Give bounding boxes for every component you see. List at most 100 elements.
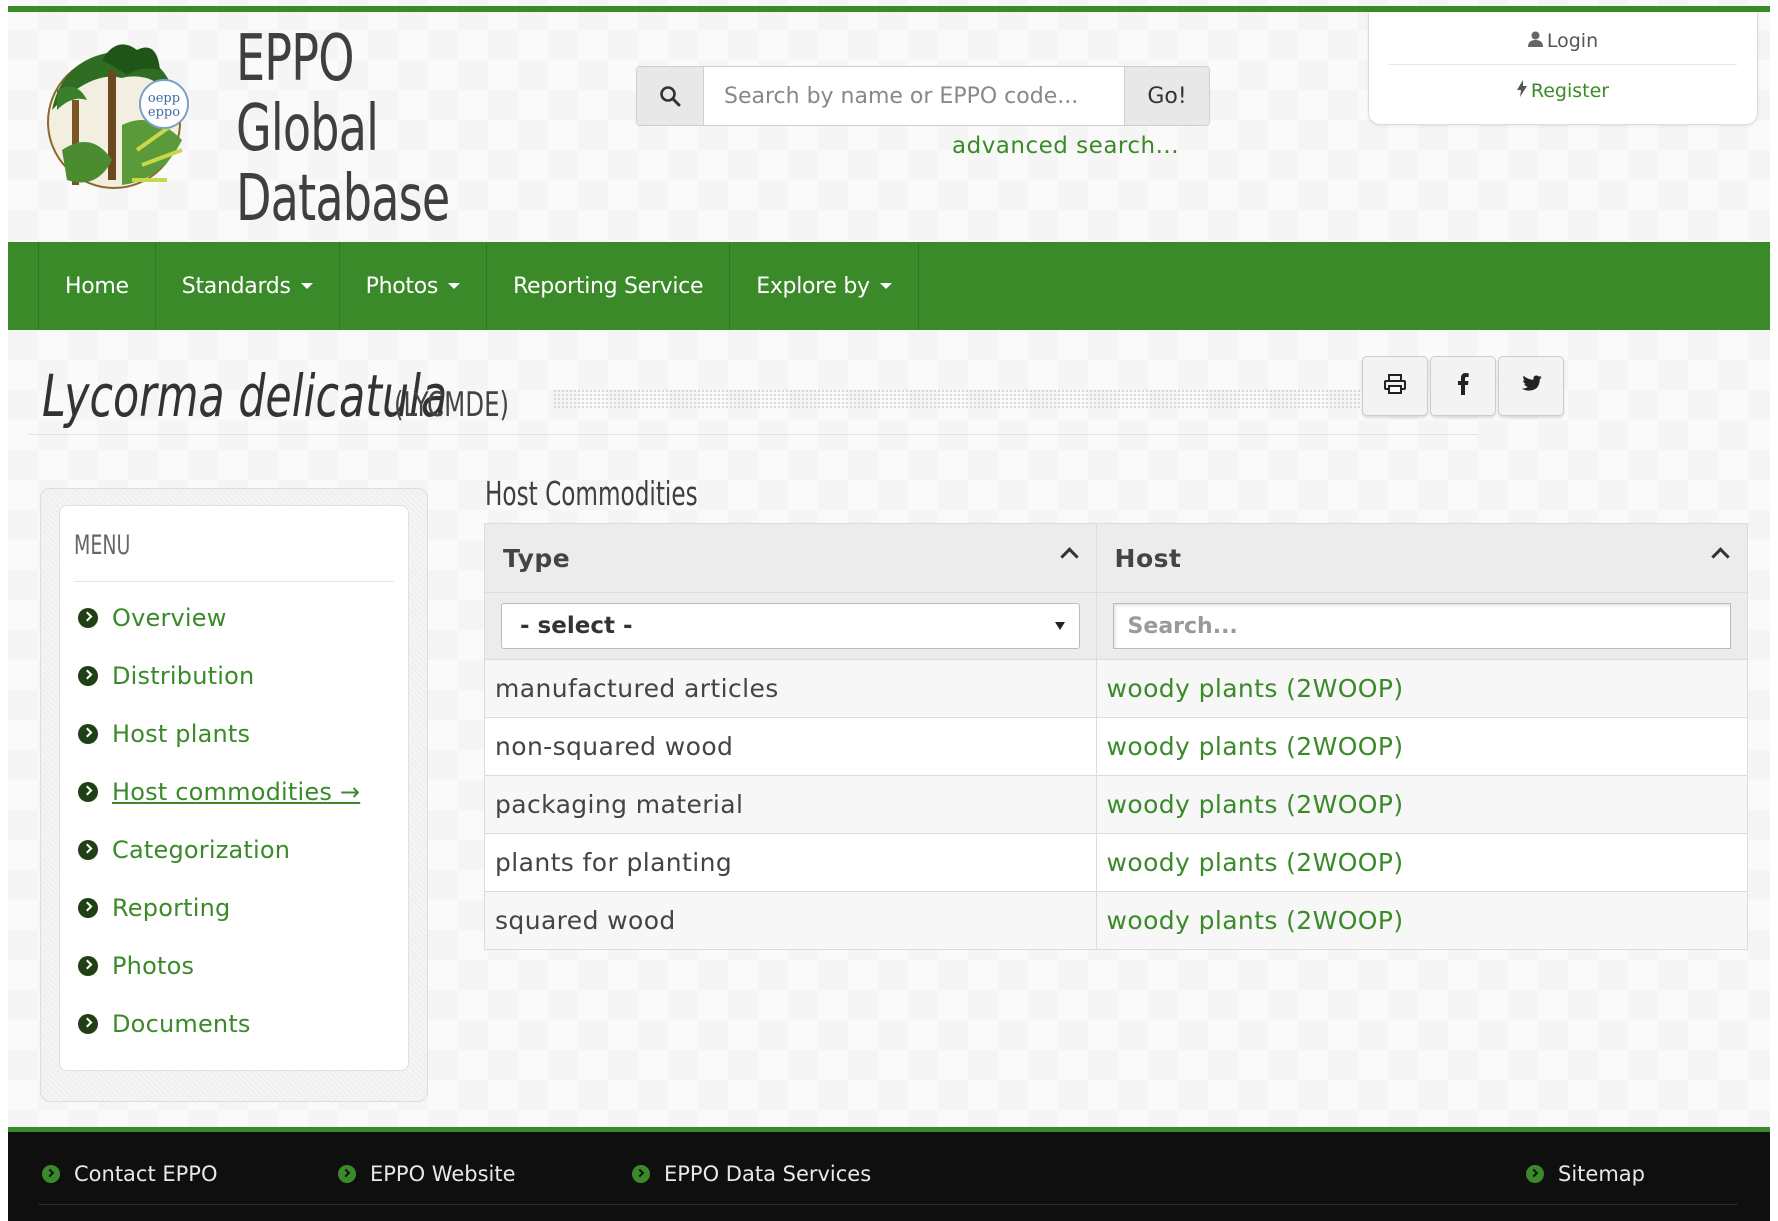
host-link[interactable]: woody plants (2WOOP) <box>1107 674 1404 703</box>
chevron-circle-right-icon <box>78 608 98 628</box>
menu-item-label: Categorization <box>112 836 291 864</box>
column-header-label: Host <box>1114 543 1182 573</box>
menu-item-label: Distribution <box>112 662 255 690</box>
footer-sitemap-link[interactable]: Sitemap <box>1526 1162 1645 1186</box>
facebook-share-button[interactable] <box>1430 356 1496 416</box>
eppo-logo[interactable]: oepp eppo <box>42 30 197 210</box>
type-filter-select[interactable]: - select - <box>501 603 1080 649</box>
type-cell: packaging material <box>484 775 1097 834</box>
menu-item-distribution[interactable]: Distribution <box>78 662 360 720</box>
nav-home[interactable]: Home <box>38 242 156 330</box>
host-commodities-table: Type Host - select - manufactured articl… <box>484 523 1749 950</box>
chevron-circle-right-icon <box>632 1165 650 1183</box>
menu-item-label: Documents <box>112 1010 251 1038</box>
site-footer: Contact EPPO EPPO Website EPPO Data Serv… <box>8 1127 1770 1221</box>
host-filter-cell <box>1095 592 1749 660</box>
host-cell: woody plants (2WOOP) <box>1095 659 1749 718</box>
nav-standards-label: Standards <box>181 273 291 299</box>
bolt-icon <box>1516 80 1527 102</box>
register-label: Register <box>1530 80 1610 102</box>
brand-line-3: Database <box>236 162 450 236</box>
sidebar: MENU Overview Distribution Host plants H… <box>40 488 428 1102</box>
menu-item-label: Host plants <box>112 720 251 748</box>
table-row: squared wood woody plants (2WOOP) <box>484 891 1749 950</box>
species-name: Lycorma delicatula <box>42 362 448 430</box>
sort-up-icon[interactable] <box>1059 547 1079 566</box>
nav-reporting-label: Reporting Service <box>513 273 704 299</box>
go-button[interactable]: Go! <box>1124 67 1209 125</box>
column-header-type[interactable]: Type <box>484 523 1097 593</box>
sort-up-icon[interactable] <box>1711 547 1730 566</box>
footer-data-services-label: EPPO Data Services <box>664 1162 872 1186</box>
print-icon <box>1384 374 1406 398</box>
dropdown-arrow-icon <box>1054 622 1065 630</box>
nav-explore-label: Explore by <box>756 273 870 299</box>
menu-item-reporting[interactable]: Reporting <box>78 894 360 952</box>
caret-down-icon <box>879 283 892 289</box>
search-icon <box>637 67 704 125</box>
chevron-circle-right-icon <box>42 1165 60 1183</box>
brand-line-2: Global <box>236 92 379 166</box>
twitter-share-button[interactable] <box>1498 356 1564 416</box>
footer-sitemap-label: Sitemap <box>1558 1162 1645 1186</box>
column-header-host[interactable]: Host <box>1095 523 1749 593</box>
site-brand[interactable]: EPPO Global Database <box>236 22 450 236</box>
search-input[interactable] <box>704 67 1124 125</box>
host-cell: woody plants (2WOOP) <box>1095 833 1749 892</box>
host-filter-input[interactable] <box>1112 603 1731 649</box>
host-link[interactable]: woody plants (2WOOP) <box>1107 732 1404 761</box>
type-cell: manufactured articles <box>484 659 1097 718</box>
chevron-circle-right-icon <box>78 782 98 802</box>
type-cell: non-squared wood <box>484 717 1097 776</box>
table-row: manufactured articles woody plants (2WOO… <box>484 659 1749 718</box>
main-navbar: Home Standards Photos Reporting Service … <box>8 242 1770 330</box>
table-row: packaging material woody plants (2WOOP) <box>484 775 1749 834</box>
menu-item-overview[interactable]: Overview <box>78 604 360 662</box>
host-cell: woody plants (2WOOP) <box>1095 775 1749 834</box>
column-header-label: Type <box>503 543 571 573</box>
menu-item-label: Host commodities → <box>112 778 361 806</box>
menu-item-categorization[interactable]: Categorization <box>78 836 360 894</box>
svg-text:eppo: eppo <box>148 105 180 120</box>
nav-standards[interactable]: Standards <box>156 242 340 330</box>
host-link[interactable]: woody plants (2WOOP) <box>1107 790 1404 819</box>
chevron-circle-right-icon <box>78 724 98 744</box>
advanced-search-link[interactable]: advanced search... <box>952 133 1179 159</box>
chevron-circle-right-icon <box>1526 1165 1544 1183</box>
type-filter-value: - select - <box>520 613 633 639</box>
menu-item-host-plants[interactable]: Host plants <box>78 720 360 778</box>
footer-website-label: EPPO Website <box>370 1162 516 1186</box>
account-box: Login Register <box>1368 12 1758 125</box>
table-row: non-squared wood woody plants (2WOOP) <box>484 717 1749 776</box>
menu-item-host-commodities[interactable]: Host commodities → <box>78 778 360 836</box>
chevron-circle-right-icon <box>78 666 98 686</box>
footer-data-services-link[interactable]: EPPO Data Services <box>632 1162 871 1186</box>
nav-reporting-service[interactable]: Reporting Service <box>487 242 731 330</box>
host-cell: woody plants (2WOOP) <box>1095 891 1749 950</box>
table-row: plants for planting woody plants (2WOOP) <box>484 833 1749 892</box>
menu-item-photos[interactable]: Photos <box>78 952 360 1010</box>
brand-line-1: EPPO <box>236 22 354 96</box>
footer-contact-link[interactable]: Contact EPPO <box>42 1162 218 1186</box>
nav-photos[interactable]: Photos <box>340 242 488 330</box>
caret-down-icon <box>300 283 313 289</box>
register-link[interactable]: Register <box>1389 80 1737 102</box>
type-cell: plants for planting <box>484 833 1097 892</box>
eppo-code: (LYCMDE) <box>394 385 510 425</box>
type-filter-cell: - select - <box>484 592 1097 660</box>
chevron-circle-right-icon <box>78 956 98 976</box>
nav-explore-by[interactable]: Explore by <box>730 242 919 330</box>
footer-contact-label: Contact EPPO <box>74 1162 218 1186</box>
sidebar-menu-panel: MENU Overview Distribution Host plants H… <box>59 505 409 1071</box>
login-link[interactable]: Login <box>1389 30 1737 65</box>
nav-home-label: Home <box>65 273 129 299</box>
menu-item-documents[interactable]: Documents <box>78 1010 360 1068</box>
user-icon <box>1527 30 1543 52</box>
host-link[interactable]: woody plants (2WOOP) <box>1107 848 1404 877</box>
footer-website-link[interactable]: EPPO Website <box>338 1162 516 1186</box>
chevron-circle-right-icon <box>78 898 98 918</box>
print-button[interactable] <box>1362 356 1428 416</box>
host-link[interactable]: woody plants (2WOOP) <box>1107 906 1404 935</box>
menu-divider <box>74 581 394 582</box>
footer-divider <box>38 1204 1738 1205</box>
